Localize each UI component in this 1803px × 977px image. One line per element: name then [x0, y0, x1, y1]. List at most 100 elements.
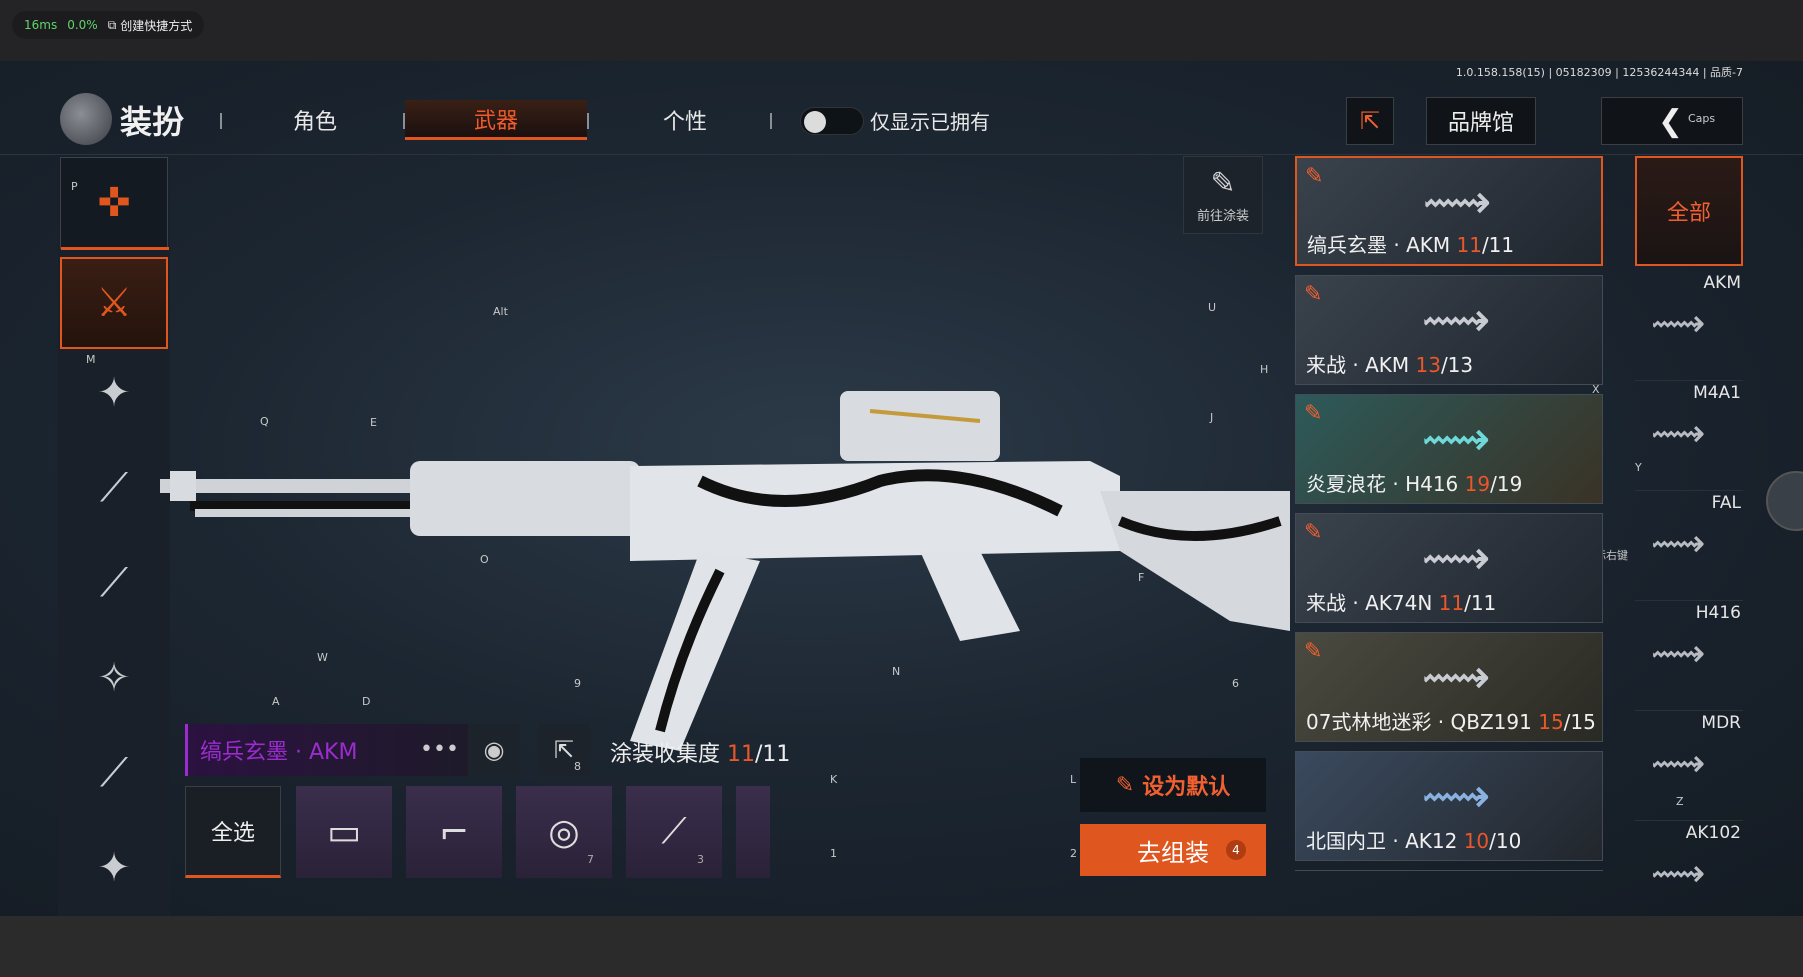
- select-all-button[interactable]: 全选: [185, 786, 281, 878]
- skin-total: /11: [1464, 591, 1497, 615]
- m4a1-icon: ⟿: [1651, 411, 1706, 455]
- sidebar-item-rifle[interactable]: ⚔: [60, 257, 168, 349]
- skin-card-name: 北国内卫 · AK12 10/10: [1306, 825, 1521, 854]
- tab-character[interactable]: 角色: [260, 100, 370, 140]
- akm-weapon-model[interactable]: [160, 311, 1290, 781]
- sidebar-item-pistol[interactable]: ✦: [60, 822, 168, 914]
- sidebar-item-marksman[interactable]: ⟋: [60, 727, 168, 819]
- latency-value: 16ms: [24, 18, 58, 32]
- akm-icon: ⟿: [1651, 301, 1706, 345]
- sidebar-item-all-weapons[interactable]: P ✜: [60, 157, 169, 250]
- filter-mdr[interactable]: MDR ⟿: [1635, 711, 1743, 821]
- part-slot-muzzle[interactable]: ▭: [296, 786, 392, 878]
- go-assemble-button[interactable]: 去组装 4: [1080, 824, 1266, 876]
- owned-only-toggle[interactable]: [800, 107, 864, 135]
- share-skin-icon[interactable]: ⇱ 8: [538, 724, 590, 776]
- skin-title: 炎夏浪花 · H416: [1306, 472, 1465, 496]
- brand-hall-button[interactable]: 品牌馆: [1426, 97, 1536, 145]
- hotkey-label: K: [830, 773, 838, 786]
- hotkey-label: N: [892, 665, 901, 678]
- more-options-icon[interactable]: •••: [420, 737, 459, 762]
- skin-total: /19: [1490, 472, 1523, 496]
- skin-card[interactable]: ✎ ⟿ 炎夏浪花 · H416 19/19: [1295, 394, 1603, 504]
- hotkey-label: 1: [830, 847, 837, 860]
- skin-card[interactable]: ✎ ⟿ 07式林地迷彩 · QBZ191 15/15: [1295, 632, 1603, 742]
- ak102-icon: ⟿: [1651, 851, 1706, 895]
- filter-fal[interactable]: FAL ⟿: [1635, 491, 1743, 601]
- hotkey-label: Q: [260, 415, 269, 428]
- part-slot-stock[interactable]: ⟋ 3: [626, 786, 722, 878]
- skin-preview: ⟿: [1421, 768, 1491, 824]
- sidebar-item-lmg[interactable]: ✧: [60, 632, 168, 724]
- skin-title: 07式林地迷彩 · QBZ191: [1306, 710, 1539, 734]
- skin-card-partial[interactable]: [1295, 870, 1603, 871]
- hotkey-label: O: [480, 553, 489, 566]
- skin-card-name: 来战 · AK74N 11/11: [1306, 587, 1496, 616]
- sidebar-item-shotgun[interactable]: ⟋: [60, 442, 168, 534]
- filter-m4a1[interactable]: M4A1 ⟿: [1635, 381, 1743, 491]
- filter-ak102[interactable]: AK102 ⟿: [1635, 821, 1743, 916]
- nav-divider: [220, 113, 222, 129]
- skin-list: ✎ ⟿ 缟兵玄墨 · AKM 11/11 ✎ ⟿ 来战 · AKM 13/13 …: [1295, 156, 1603, 871]
- create-shortcut-link[interactable]: ⧉ 创建快捷方式: [108, 17, 193, 34]
- skin-card[interactable]: ✎ ⟿ 缟兵玄墨 · AKM 11/11: [1295, 156, 1603, 266]
- stock-icon: ⟋: [661, 811, 687, 852]
- spray-gun-icon: ✎: [1210, 166, 1236, 201]
- filter-label: FAL: [1711, 493, 1741, 513]
- skin-preview: ⟿: [1422, 174, 1492, 230]
- filter-h416[interactable]: H416 ⟿: [1635, 601, 1743, 711]
- sidebar-item-smg[interactable]: ✦: [60, 347, 168, 439]
- weapon-model-filter: 全部 AKM ⟿ M4A1 ⟿ FAL ⟿ H416 ⟿ MDR ⟿ AK102 ⟿: [1635, 156, 1743, 906]
- skin-total: /11: [1481, 233, 1515, 257]
- hotkey-label: E: [370, 416, 377, 429]
- rifle-icon: ⚔: [96, 280, 132, 326]
- weapon-parts-icon: ✜: [97, 180, 131, 226]
- brush-icon: ✎: [1305, 164, 1324, 189]
- top-nav: 装扮 角色 武器 个性 仅显示已拥有 ⇱ 品牌馆 ❮ Caps: [0, 75, 1803, 155]
- skin-cur: 13: [1415, 353, 1441, 377]
- tab-personality[interactable]: 个性: [630, 100, 740, 140]
- go-to-paint-label: 前往涂装: [1196, 209, 1249, 224]
- filter-akm[interactable]: AKM ⟿: [1635, 271, 1743, 381]
- globe-logo-icon: [60, 93, 112, 145]
- part-hotkey: 3: [697, 853, 704, 866]
- hotkey-p: P: [71, 180, 78, 193]
- tab-weapon[interactable]: 武器: [405, 100, 587, 140]
- part-slot-partial[interactable]: [736, 786, 770, 878]
- filter-label: AKM: [1703, 273, 1741, 293]
- client-topbar: 16ms 0.0% ⧉ 创建快捷方式: [0, 0, 1803, 61]
- back-hotkey: Caps: [1688, 112, 1716, 125]
- shotgun-icon: ⟋: [100, 465, 128, 511]
- toggle-knob: [804, 111, 826, 133]
- skin-cur: 11: [1456, 233, 1482, 257]
- skin-card-name: 来战 · AKM 13/13: [1306, 349, 1473, 378]
- share-icon[interactable]: ⇱: [1346, 97, 1394, 145]
- set-default-button[interactable]: ✎ 设为默认: [1080, 758, 1266, 812]
- sidebar-item-sniper[interactable]: ⟋: [60, 537, 168, 629]
- back-button[interactable]: ❮ Caps: [1601, 97, 1743, 145]
- filter-label: AK102: [1685, 823, 1741, 843]
- skin-title: 来战 · AK74N: [1306, 591, 1439, 615]
- part-slot-sight[interactable]: ◎ 7: [516, 786, 612, 878]
- skin-card[interactable]: ✎ ⟿ 来战 · AK74N 11/11: [1295, 513, 1603, 623]
- eye-icon[interactable]: ◉: [468, 724, 520, 776]
- skin-preview: ⟿: [1421, 649, 1491, 705]
- game-viewport: 1.0.158.158(15) | 05182309 | 12536244344…: [0, 61, 1803, 916]
- hotkey-label: J: [1210, 411, 1214, 424]
- brush-icon: ✎: [1304, 639, 1323, 664]
- brush-icon: ✎: [1304, 401, 1323, 426]
- filter-label: H416: [1695, 603, 1741, 623]
- part-slot-grip[interactable]: ⌐: [406, 786, 502, 878]
- go-to-paint-button[interactable]: ✎ 前往涂装: [1183, 156, 1263, 234]
- filter-all[interactable]: 全部: [1635, 156, 1743, 266]
- grip-icon: ⌐: [438, 811, 470, 853]
- skin-title: 缟兵玄墨 · AKM: [1307, 233, 1457, 257]
- skin-total: /13: [1440, 353, 1474, 377]
- hotkey-label: L: [1070, 773, 1077, 786]
- go-assemble-label: 去组装: [1137, 838, 1209, 867]
- skin-cur: 19: [1464, 472, 1491, 496]
- skin-card[interactable]: ✎ ⟿ 来战 · AKM 13/13: [1295, 275, 1603, 385]
- owned-only-label: 仅显示已拥有: [870, 110, 990, 134]
- skin-card[interactable]: ⟿ 北国内卫 · AK12 10/10: [1295, 751, 1603, 861]
- side-handle-icon[interactable]: [1766, 471, 1803, 531]
